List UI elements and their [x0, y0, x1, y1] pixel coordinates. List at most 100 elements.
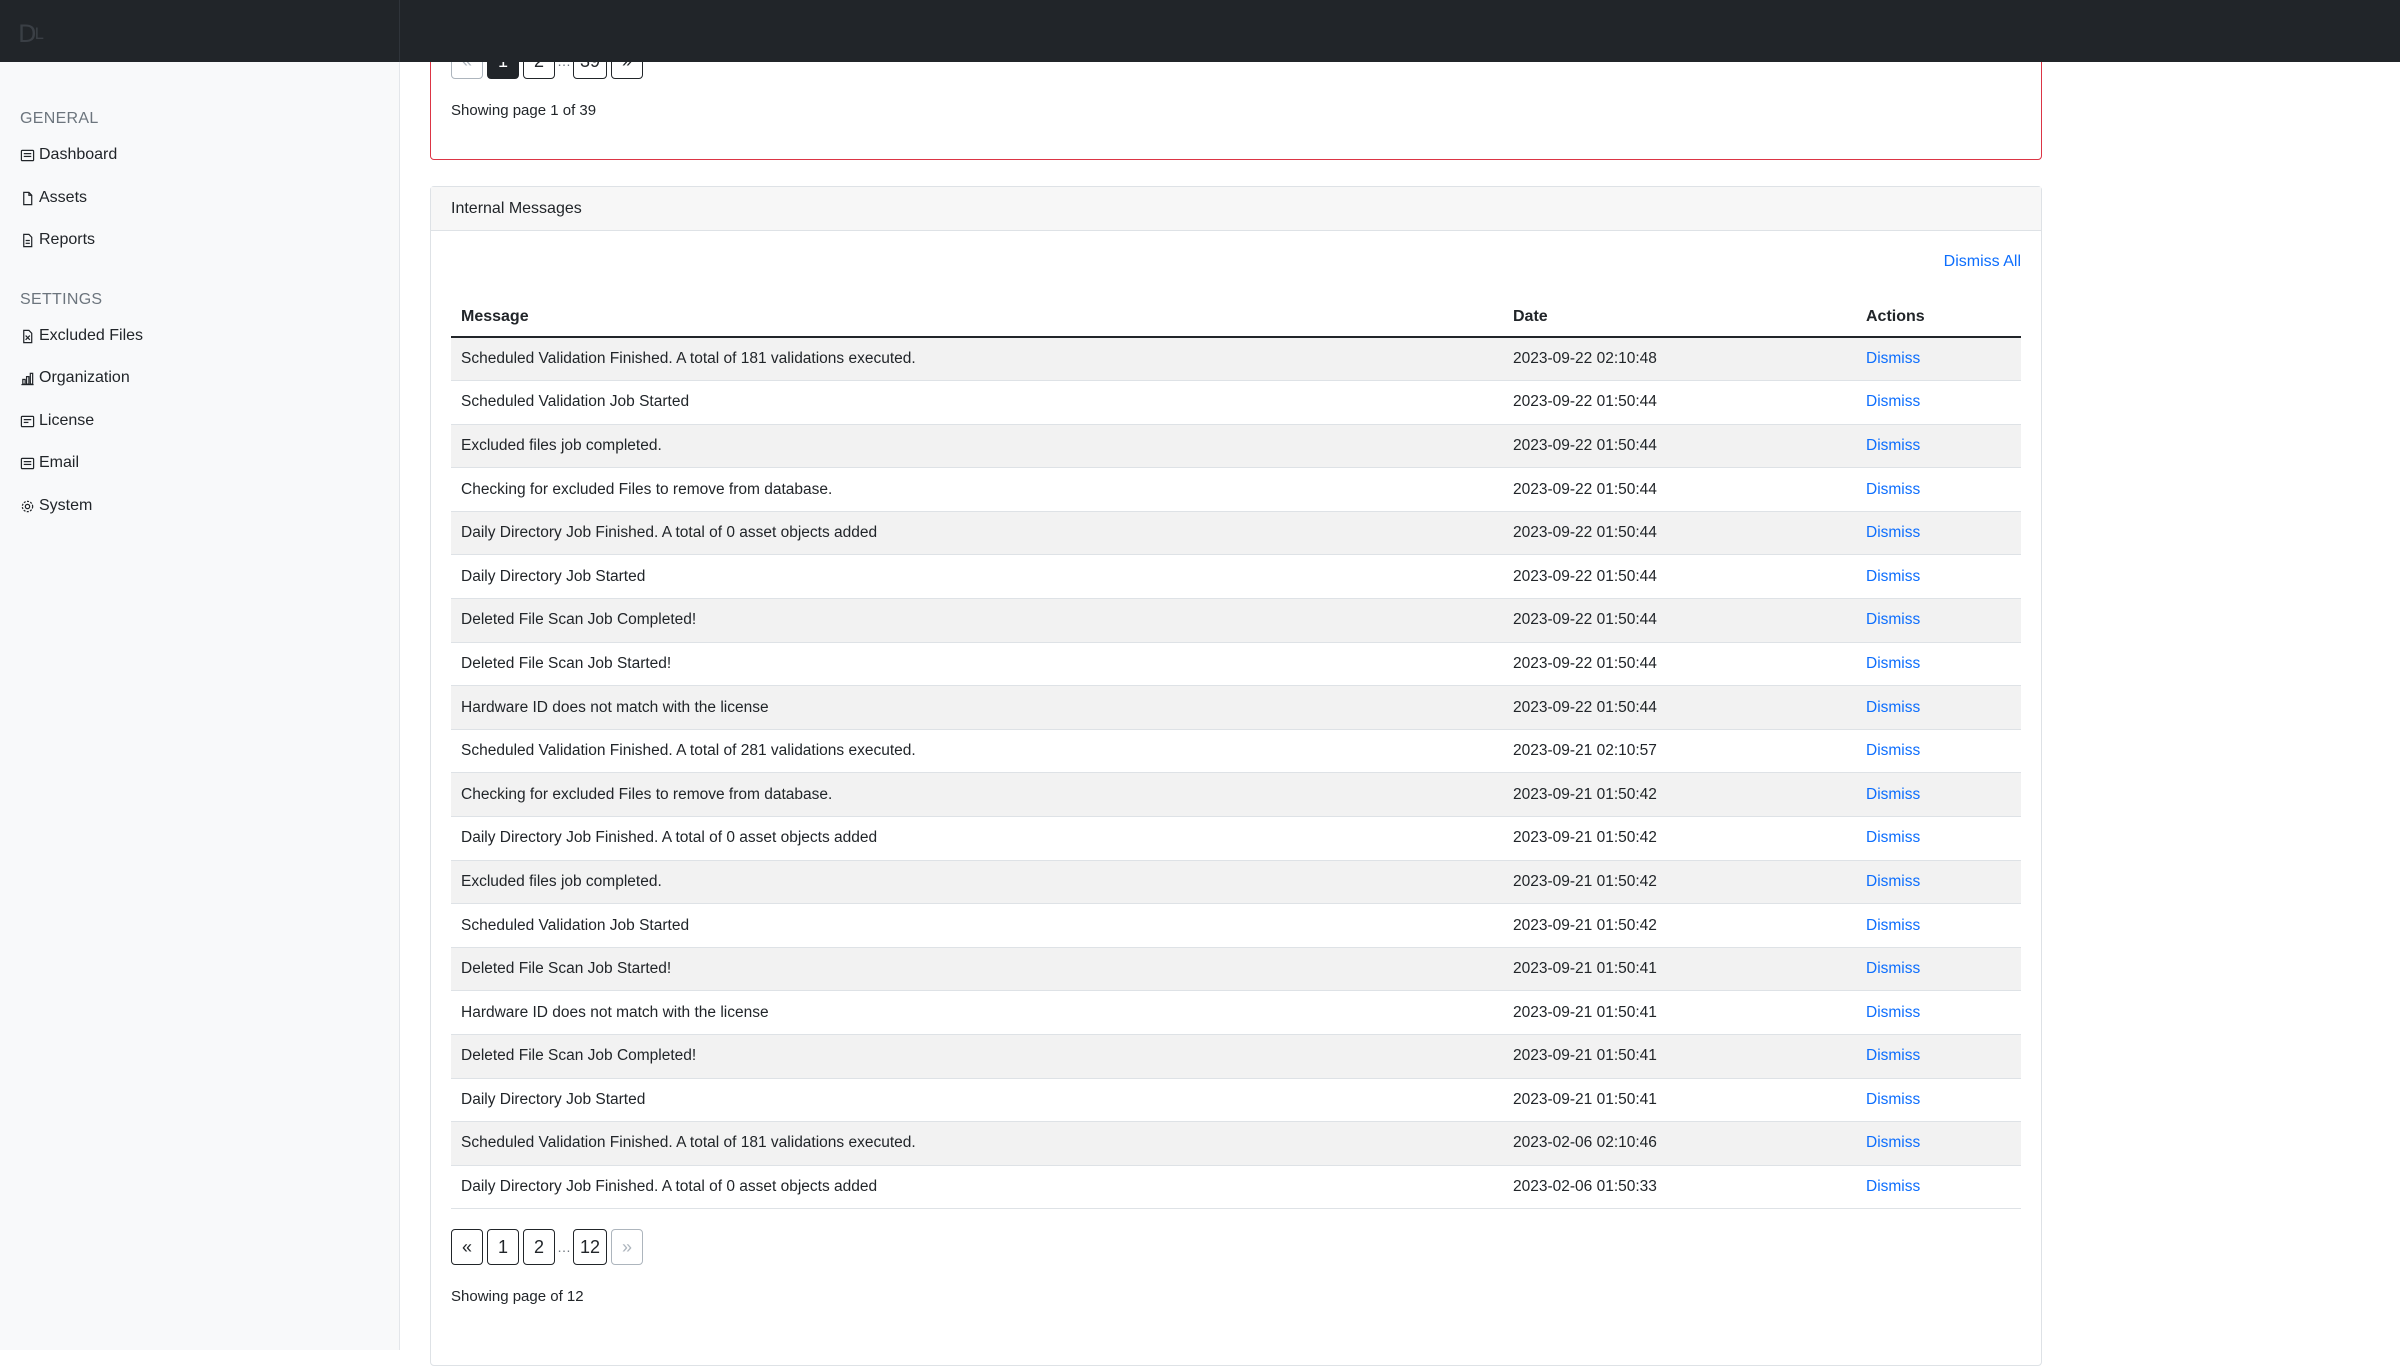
- date-cell: 2023-09-22 01:50:44: [1503, 598, 1856, 643]
- sidebar-item-excluded-files[interactable]: Excluded Files: [20, 323, 143, 349]
- table-row: Checking for excluded Files to remove fr…: [451, 772, 2021, 818]
- dismiss-link[interactable]: Dismiss: [1866, 437, 1920, 454]
- app-logo[interactable]: DL: [18, 20, 52, 48]
- message-cell: Daily Directory Job Started: [451, 1078, 1503, 1123]
- actions-cell: Dismiss: [1856, 337, 2021, 382]
- dismiss-link[interactable]: Dismiss: [1866, 1134, 1920, 1151]
- table-row: Deleted File Scan Job Started! 2023-09-22…: [451, 642, 2021, 687]
- date-cell: 2023-09-22 01:50:44: [1503, 685, 1856, 730]
- table-row: Excluded files job completed. 2023-09-21 …: [451, 860, 2021, 905]
- file-icon: [23, 191, 33, 205]
- date-cell: 2023-09-22 01:50:44: [1503, 467, 1856, 512]
- message-cell: Hardware ID does not match with the lice…: [451, 990, 1503, 1035]
- message-cell: Hardware ID does not match with the lice…: [451, 685, 1503, 730]
- date-cell: 2023-09-21 01:50:42: [1503, 860, 1856, 905]
- dismiss-link[interactable]: Dismiss: [1866, 611, 1920, 628]
- message-cell: Deleted File Scan Job Started!: [451, 947, 1503, 992]
- message-cell: Scheduled Validation Finished. A total o…: [451, 1121, 1503, 1166]
- date-cell: 2023-09-21 02:10:57: [1503, 729, 1856, 774]
- dismiss-link[interactable]: Dismiss: [1866, 917, 1920, 934]
- pagination-page-1[interactable]: 1: [487, 1229, 519, 1265]
- dismiss-link[interactable]: Dismiss: [1866, 786, 1920, 803]
- dismiss-link[interactable]: Dismiss: [1866, 1047, 1920, 1064]
- message-cell: Daily Directory Job Finished. A total of…: [451, 511, 1503, 556]
- date-cell: 2023-09-21 01:50:41: [1503, 1034, 1856, 1079]
- actions-cell: Dismiss: [1856, 424, 2021, 469]
- dismiss-link[interactable]: Dismiss: [1866, 524, 1920, 541]
- column-header-message[interactable]: Message: [451, 297, 1503, 338]
- main-content: « 1 2 … 39 » Showing page 1 of 39 Intern…: [400, 0, 2400, 1366]
- date-cell: 2023-09-22 01:50:44: [1503, 642, 1856, 687]
- sidebar-item-label: System: [39, 497, 93, 514]
- dismiss-link[interactable]: Dismiss: [1866, 1004, 1920, 1021]
- nav-heading-general: General: [20, 110, 99, 127]
- actions-cell: Dismiss: [1856, 947, 2021, 992]
- table-row: Scheduled Validation Finished. A total o…: [451, 1121, 2021, 1166]
- sidebar-item-label: Excluded Files: [39, 327, 144, 344]
- dismiss-all-link[interactable]: Dismiss All: [1944, 253, 2021, 271]
- message-cell: Excluded files job completed.: [451, 424, 1503, 469]
- sidebar-item-reports[interactable]: Reports: [20, 227, 95, 253]
- pagination-page-2[interactable]: 2: [523, 1229, 555, 1265]
- actions-cell: Dismiss: [1856, 1034, 2021, 1079]
- actions-cell: Dismiss: [1856, 860, 2021, 905]
- sidebar-item-system[interactable]: System: [20, 493, 92, 519]
- sidebar: General Dashboard Assets Reports Setting…: [0, 62, 400, 1350]
- sidebar-item-label: Email: [39, 454, 80, 471]
- table-row: Scheduled Validation Job Started 2023-09-…: [451, 903, 2021, 948]
- card-title: Internal Messages: [431, 187, 2041, 231]
- dismiss-link[interactable]: Dismiss: [1866, 742, 1920, 759]
- dismiss-link[interactable]: Dismiss: [1866, 699, 1920, 716]
- pagination-next-button[interactable]: »: [611, 1229, 644, 1265]
- date-cell: 2023-09-22 01:50:44: [1503, 424, 1856, 469]
- column-header-date[interactable]: Date: [1503, 297, 1856, 338]
- table-row: Scheduled Validation Job Started 2023-09-…: [451, 380, 2021, 425]
- top-navbar: DL: [0, 0, 2400, 62]
- message-cell: Deleted File Scan Job Completed!: [451, 598, 1503, 643]
- actions-cell: Dismiss: [1856, 467, 2021, 512]
- actions-cell: Dismiss: [1856, 1121, 2021, 1166]
- actions-cell: Dismiss: [1856, 598, 2021, 643]
- pagination-prev-button[interactable]: «: [451, 1229, 483, 1265]
- date-cell: 2023-09-21 01:50:41: [1503, 1078, 1856, 1123]
- dismiss-link[interactable]: Dismiss: [1866, 1091, 1920, 1108]
- message-cell: Scheduled Validation Finished. A total o…: [451, 337, 1503, 382]
- table-row: Daily Directory Job Finished. A total of…: [451, 511, 2021, 556]
- pagination-page-last[interactable]: 12: [573, 1229, 608, 1265]
- messages-table-body: Scheduled Validation Finished. A total o…: [451, 337, 2021, 1210]
- table-row: Scheduled Validation Finished. A total o…: [451, 729, 2021, 774]
- date-cell: 2023-09-21 01:50:41: [1503, 947, 1856, 992]
- actions-cell: Dismiss: [1856, 642, 2021, 687]
- sidebar-item-label: Organization: [39, 369, 130, 386]
- column-header-actions: Actions: [1856, 297, 2021, 338]
- message-cell: Scheduled Validation Job Started: [451, 380, 1503, 425]
- date-cell: 2023-09-22 01:50:44: [1503, 511, 1856, 556]
- dismiss-link[interactable]: Dismiss: [1866, 960, 1920, 977]
- message-cell: Checking for excluded Files to remove fr…: [451, 467, 1503, 512]
- dismiss-link[interactable]: Dismiss: [1866, 873, 1920, 890]
- dashboard-icon: [20, 149, 35, 161]
- message-cell: Deleted File Scan Job Completed!: [451, 1034, 1503, 1079]
- sidebar-item-organization[interactable]: Organization: [20, 365, 130, 391]
- dismiss-link[interactable]: Dismiss: [1866, 350, 1920, 367]
- nav-heading-settings: Settings: [20, 291, 103, 308]
- table-row: Hardware ID does not match with the lice…: [451, 990, 2021, 1035]
- pagination-ellipsis: …: [557, 1239, 571, 1255]
- sidebar-item-dashboard[interactable]: Dashboard: [20, 142, 117, 168]
- dismiss-link[interactable]: Dismiss: [1866, 655, 1920, 672]
- date-cell: 2023-09-21 01:50:42: [1503, 816, 1856, 861]
- dismiss-link[interactable]: Dismiss: [1866, 1178, 1920, 1195]
- dismiss-link[interactable]: Dismiss: [1866, 481, 1920, 498]
- actions-cell: Dismiss: [1856, 380, 2021, 425]
- sidebar-item-email[interactable]: Email: [20, 450, 79, 476]
- sidebar-item-license[interactable]: License: [20, 408, 94, 434]
- message-cell: Daily Directory Job Finished. A total of…: [451, 816, 1503, 861]
- dismiss-link[interactable]: Dismiss: [1866, 568, 1920, 585]
- brand-area: DL: [0, 0, 400, 62]
- date-cell: 2023-09-22 01:50:44: [1503, 380, 1856, 425]
- actions-cell: Dismiss: [1856, 990, 2021, 1035]
- sidebar-item-assets[interactable]: Assets: [20, 185, 87, 211]
- dismiss-link[interactable]: Dismiss: [1866, 393, 1920, 410]
- message-cell: Excluded files job completed.: [451, 860, 1503, 905]
- dismiss-link[interactable]: Dismiss: [1866, 829, 1920, 846]
